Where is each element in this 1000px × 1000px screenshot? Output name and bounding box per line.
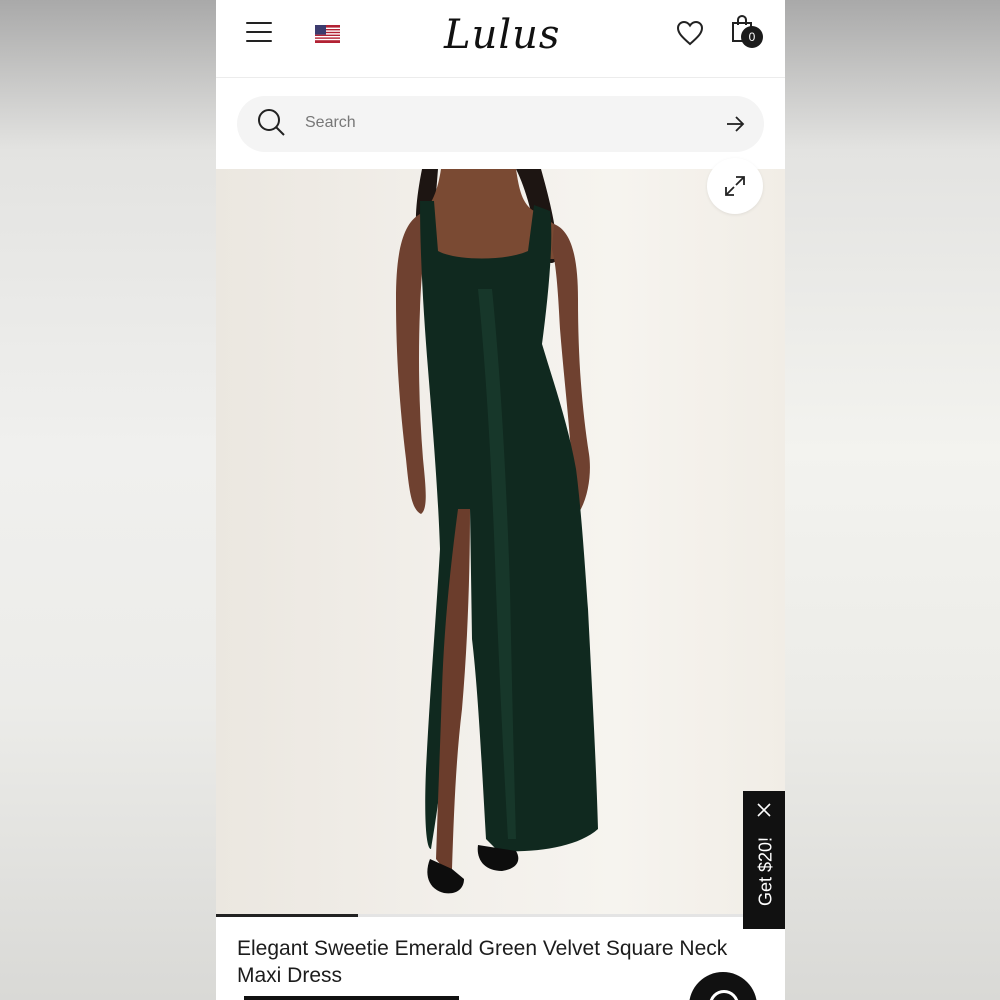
background-right (785, 0, 1000, 1000)
hamburger-menu-icon[interactable] (246, 22, 272, 42)
cart-count-badge: 0 (741, 26, 763, 48)
close-icon[interactable] (755, 801, 773, 819)
background-left (0, 0, 216, 1000)
promo-label[interactable]: Get $20! (756, 827, 777, 917)
site-header: Lulus 0 (216, 0, 785, 78)
image-carousel-progress (216, 914, 785, 917)
arrow-right-icon[interactable] (724, 114, 746, 134)
search-bar[interactable]: Search (237, 96, 764, 152)
heart-icon[interactable] (676, 20, 704, 46)
product-image[interactable] (216, 169, 785, 916)
expand-icon (725, 176, 745, 196)
product-title: Elegant Sweetie Emerald Green Velvet Squ… (237, 937, 728, 987)
expand-image-button[interactable] (707, 158, 763, 214)
model-figure (396, 169, 598, 894)
search-input[interactable]: Search (305, 114, 356, 132)
title-underline (244, 996, 459, 1000)
us-flag-icon[interactable] (315, 25, 340, 43)
carousel-progress-indicator (216, 914, 359, 917)
mobile-page: Lulus 0 Search Get $20! Elegant Sweetie … (216, 0, 785, 1000)
promo-tab[interactable]: Get $20! (743, 791, 785, 929)
search-icon (257, 108, 287, 138)
lulus-logo[interactable]: Lulus (444, 10, 559, 60)
